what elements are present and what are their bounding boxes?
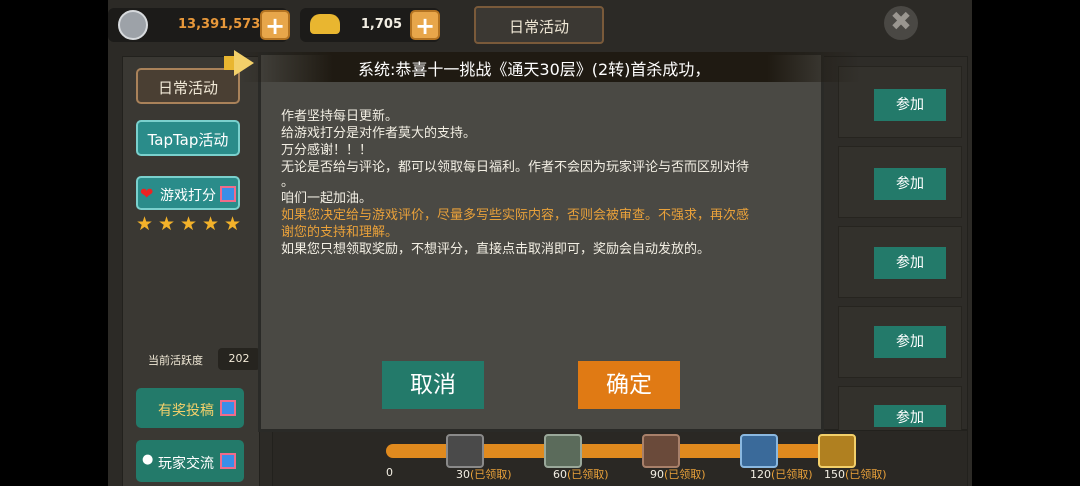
penguin-icon: ● [142, 452, 154, 467]
join-button[interactable]: 参加 [874, 405, 946, 427]
sidebar-item-community[interactable]: ● 玩家交流 [136, 440, 244, 482]
dialog-line: 无论是否给与评论，都可以领取每日福利。作者不会因为玩家评论与否而区别对待 [281, 160, 750, 175]
chest-icon[interactable] [446, 434, 484, 468]
star-icon: ★ [180, 213, 198, 235]
gift-icon [220, 400, 236, 416]
gift-icon [220, 186, 236, 202]
star-icon: ★ [202, 213, 220, 235]
close-icon[interactable]: ✖ [884, 6, 918, 40]
sidebar-item-submit[interactable]: 有奖投稿 [136, 388, 244, 428]
heart-icon: ❤ [140, 184, 154, 203]
sidebar-item-community-label: 玩家交流 [158, 456, 214, 472]
activity-label: 当前活跃度 [148, 354, 203, 367]
progress-milestone-label: 60(已领取) [553, 468, 609, 481]
progress-milestone-label: 150(已领取) [824, 468, 887, 481]
gold-amount: 1,705 [360, 17, 402, 32]
activity-value: 202 [218, 348, 260, 370]
join-button[interactable]: 参加 [874, 168, 946, 200]
sidebar-item-rate[interactable]: ❤ 游戏打分 [136, 176, 240, 210]
add-silver-button[interactable]: + [260, 10, 290, 40]
join-button[interactable]: 参加 [874, 326, 946, 358]
chest-icon[interactable] [642, 434, 680, 468]
progress-milestone-label: 30(已领取) [456, 468, 512, 481]
progress-start-label: 0 [386, 466, 393, 479]
dialog-line: 如果您只想领取奖励，不想评分，直接点击取消即可，奖励会自动发放的。 [281, 242, 711, 257]
confirm-button[interactable]: 确定 [578, 361, 680, 409]
chest-icon[interactable] [740, 434, 778, 468]
system-broadcast-banner: 系统:恭喜十一挑战《通天30层》(2转)首杀成功， [240, 52, 860, 82]
silver-amount: 13,391,573 [178, 17, 261, 32]
cancel-button[interactable]: 取消 [382, 361, 484, 409]
gold-ingot-icon [310, 14, 340, 34]
silver-coin-icon [118, 10, 148, 40]
sidebar-item-submit-label: 有奖投稿 [158, 403, 214, 419]
game-screen: 13,391,573 + 1,705 + 日常活动 ✖ 日常活动 TapTap活… [108, 0, 972, 486]
progress-milestone-label: 120(已领取) [750, 468, 813, 481]
progress-milestone-label: 90(已领取) [650, 468, 706, 481]
rating-dialog: 作者坚持每日更新。 给游戏打分是对作者莫大的支持。 万分感谢！！！ 无论是否给与… [258, 52, 824, 432]
join-button[interactable]: 参加 [874, 89, 946, 121]
sidebar-item-rate-label: 游戏打分 [160, 188, 216, 204]
sidebar-item-taptap[interactable]: TapTap活动 [136, 120, 240, 156]
broadcast-text: 系统:恭喜十一挑战《通天30层》(2转)首杀成功， [358, 60, 711, 79]
add-gold-button[interactable]: + [410, 10, 440, 40]
star-icon: ★ [224, 213, 242, 235]
star-icon: ★ [136, 213, 154, 235]
megaphone-icon [220, 48, 256, 78]
star-icon: ★ [158, 213, 176, 235]
chest-icon[interactable] [818, 434, 856, 468]
gift-icon [220, 453, 236, 469]
join-button[interactable]: 参加 [874, 247, 946, 279]
panel-title-tab: 日常活动 [474, 6, 604, 44]
chest-icon[interactable] [544, 434, 582, 468]
